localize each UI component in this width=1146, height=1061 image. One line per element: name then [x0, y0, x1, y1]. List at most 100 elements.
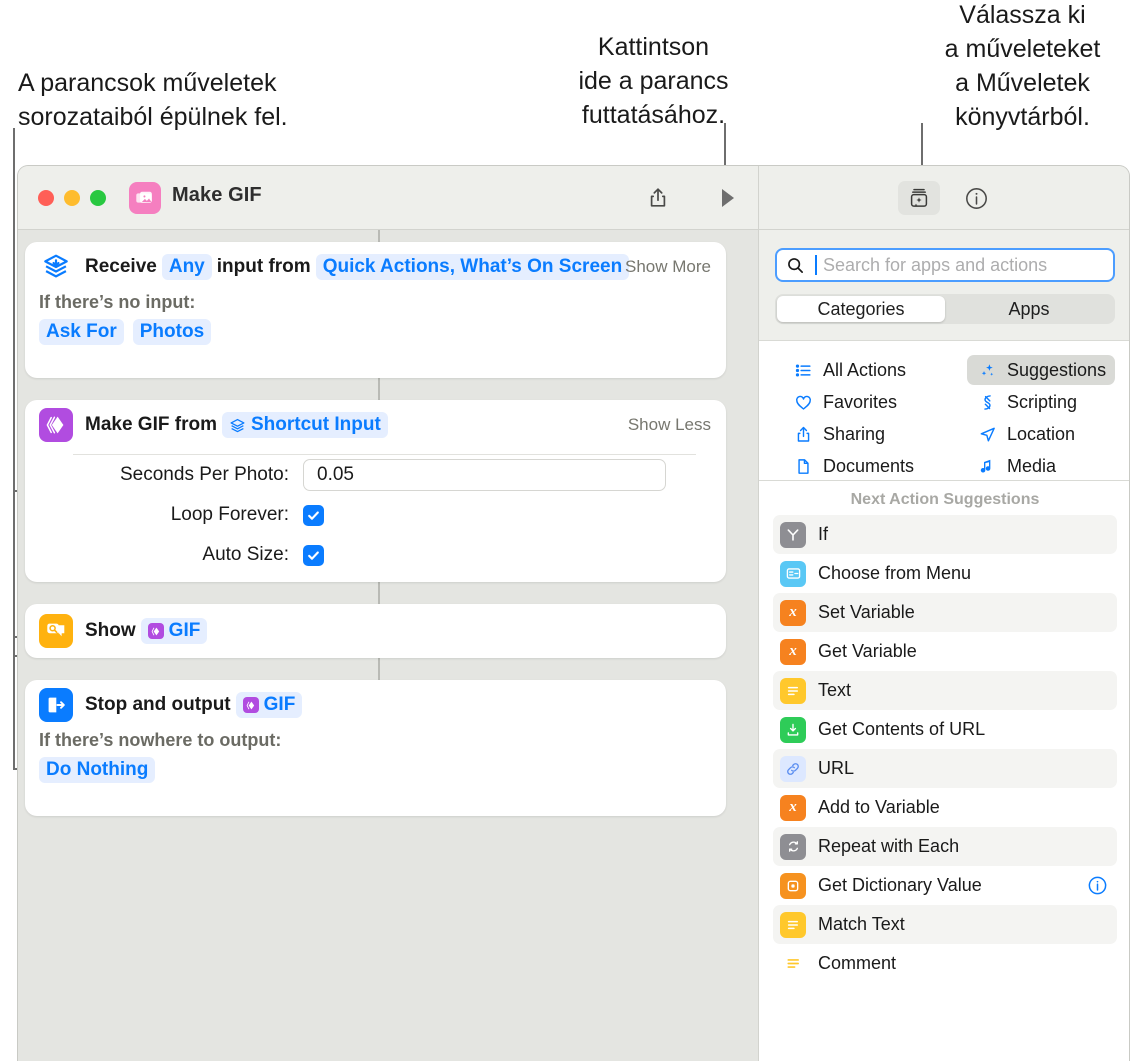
category-documents[interactable]: Documents	[783, 451, 923, 481]
maximize-window-button[interactable]	[90, 190, 106, 206]
list-item-label: Get Variable	[818, 641, 917, 661]
list-item[interactable]: URL	[773, 749, 1117, 788]
search-icon	[777, 256, 805, 275]
list-item[interactable]: Choose from Menu	[773, 554, 1117, 593]
action-token-any[interactable]: Any	[161, 254, 212, 280]
list-item-label: If	[818, 524, 829, 544]
tab-apps[interactable]: Apps	[945, 296, 1113, 322]
list-item-label: Text	[818, 680, 852, 700]
scripting-icon	[976, 393, 998, 412]
category-media[interactable]: Media	[967, 451, 1115, 481]
auto-size-checkbox[interactable]	[303, 544, 324, 566]
show-less-toggle[interactable]: Show Less	[628, 415, 711, 435]
action-connector	[378, 230, 380, 242]
seconds-per-photo-input[interactable]: 0.05	[303, 459, 666, 491]
categories-column-right: Suggestions Scripting Location Media	[967, 355, 1116, 483]
list-item[interactable]: Match Text	[773, 905, 1117, 944]
action-card-show[interactable]: Show GIF	[25, 604, 726, 658]
next-action-suggestions-panel: Next Action Suggestions If Choose from M…	[759, 480, 1129, 1061]
list-item-label: Get Contents of URL	[818, 719, 986, 739]
minimize-window-button[interactable]	[64, 190, 80, 206]
info-icon[interactable]	[958, 180, 994, 216]
token-label: GIF	[263, 694, 296, 715]
list-item[interactable]: x Set Variable	[773, 593, 1117, 632]
photos-icon	[129, 182, 161, 214]
window-title: Make GIF	[172, 184, 262, 206]
category-suggestions[interactable]: Suggestions	[967, 355, 1116, 385]
category-label: Location	[1007, 423, 1076, 444]
category-favorites[interactable]: Favorites	[783, 387, 923, 417]
action-card-stop-output[interactable]: Stop and output GIF If there’s nowhere t…	[25, 680, 726, 816]
list-item-label: URL	[818, 758, 855, 778]
variable-glyph: x	[789, 604, 797, 620]
gif-variable-glyph	[147, 623, 164, 639]
search-container: Search for apps and actions	[775, 248, 1115, 282]
music-note-icon	[976, 457, 998, 476]
list-item[interactable]: Get Dictionary Value	[773, 866, 1117, 905]
list-item-label: Repeat with Each	[818, 836, 960, 856]
action-library-icon[interactable]	[898, 181, 940, 215]
category-label: Scripting	[1007, 391, 1078, 412]
action-card-receive[interactable]: Receive Any input from Quick Actions, Wh…	[25, 242, 726, 378]
category-all-actions[interactable]: All Actions	[783, 355, 923, 385]
action-connector	[378, 378, 380, 400]
category-scripting[interactable]: Scripting	[967, 387, 1115, 417]
action-token-shortcut-input[interactable]: Shortcut Input	[221, 412, 388, 438]
list-item-label: Add to Variable	[818, 797, 940, 817]
variable-glyph: x	[789, 643, 797, 659]
action-header: Stop and output GIF	[25, 680, 726, 730]
list-item[interactable]: Comment	[773, 944, 1117, 983]
action-header: Receive Any input from Quick Actions, Wh…	[25, 242, 726, 292]
list-item[interactable]: x Get Variable	[773, 632, 1117, 671]
action-token-gif[interactable]: GIF	[235, 692, 303, 718]
list-icon	[792, 361, 814, 380]
action-card-make-gif[interactable]: Make GIF from Shortcut Input Show Less S…	[25, 400, 726, 582]
token-ask-for[interactable]: Ask For	[39, 319, 124, 345]
loop-forever-checkbox[interactable]	[303, 504, 324, 526]
callout-library-text: Válassza ki a műveleteket a Műveletek kö…	[944, 1, 1101, 131]
category-label: All Actions	[823, 359, 907, 380]
list-item-label: Choose from Menu	[818, 563, 972, 583]
list-item[interactable]: Text	[773, 671, 1117, 710]
close-window-button[interactable]	[38, 190, 54, 206]
if-icon	[780, 521, 806, 548]
search-input[interactable]: Search for apps and actions	[775, 248, 1115, 282]
list-item[interactable]: Repeat with Each	[773, 827, 1117, 866]
list-item[interactable]: Get Contents of URL	[773, 710, 1117, 749]
action-token-sources[interactable]: Quick Actions, What’s On Screen	[315, 254, 630, 280]
tab-categories[interactable]: Categories	[777, 296, 945, 322]
stop-output-icon	[39, 688, 73, 722]
text-icon	[780, 677, 806, 704]
category-label: Sharing	[823, 423, 886, 444]
no-input-label: If there’s no input:	[39, 292, 196, 312]
variable-icon: x	[780, 794, 806, 821]
list-item[interactable]: If	[773, 515, 1117, 554]
make-gif-icon	[39, 408, 73, 442]
gif-variable-glyph	[242, 697, 259, 713]
search-placeholder: Search for apps and actions	[823, 254, 1048, 275]
action-connector	[378, 582, 380, 604]
param-auto-size: Auto Size:	[25, 535, 726, 575]
run-shortcut-button[interactable]	[710, 180, 746, 216]
param-seconds-per-photo: Seconds Per Photo: 0.05	[25, 455, 726, 495]
shortcut-editor-pane: Receive Any input from Quick Actions, Wh…	[18, 230, 758, 1061]
variable-icon: x	[780, 599, 806, 626]
library-segmented-control: Categories Apps	[775, 294, 1115, 324]
quick-look-icon	[39, 614, 73, 648]
token-do-nothing[interactable]: Do Nothing	[39, 757, 156, 783]
variable-icon: x	[780, 638, 806, 665]
list-item-label: Set Variable	[818, 602, 915, 622]
category-location[interactable]: Location	[967, 419, 1115, 449]
list-item[interactable]: x Add to Variable	[773, 788, 1117, 827]
window-titlebar: Make GIF	[18, 166, 1129, 230]
param-label: Loop Forever:	[170, 504, 289, 525]
token-photos[interactable]: Photos	[132, 319, 212, 345]
shortcut-input-glyph	[230, 418, 245, 432]
action-token-gif[interactable]: GIF	[140, 618, 208, 644]
info-icon[interactable]	[1087, 875, 1108, 901]
category-sharing[interactable]: Sharing	[783, 419, 923, 449]
share-icon[interactable]	[640, 180, 676, 216]
text-icon	[780, 911, 806, 938]
action-title: Stop and output	[85, 694, 231, 715]
show-more-toggle[interactable]: Show More	[625, 257, 711, 277]
